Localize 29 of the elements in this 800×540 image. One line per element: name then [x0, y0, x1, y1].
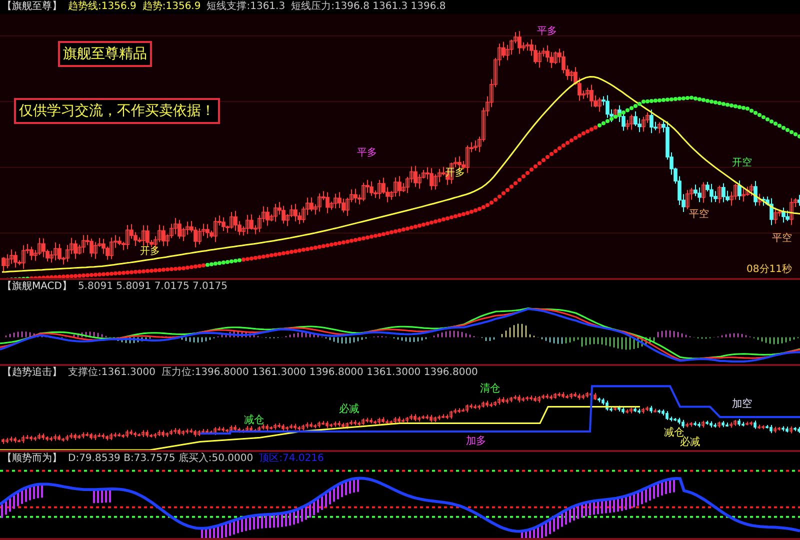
panel-title: 【趋势追击】: [2, 366, 62, 380]
signal-label: 平多: [357, 147, 378, 158]
note-label: 旗舰至尊精品: [58, 41, 152, 67]
signal-label: 减仓: [664, 427, 684, 439]
indicator-value: D:79.8539 B:73.7575 底买入:50.0000: [68, 452, 254, 466]
note-label: 仅供学习交流，不作买卖依据！: [14, 98, 220, 124]
signal-label: 必减: [339, 404, 359, 415]
panel-title: 【旗舰MACD】: [2, 280, 72, 294]
panel-title: 【顺势而为】: [2, 452, 62, 466]
signal-label: 开多: [140, 246, 160, 258]
indicator-value: 趋势线:1356.9: [68, 0, 136, 14]
indicator-value: 5.8091 5.8091 7.0175 7.0175: [78, 280, 228, 294]
indicator-value: 支撑位:1361.3000: [68, 366, 156, 380]
signal-label: 减仓: [244, 415, 264, 426]
indicator-value: 顶区:74.0216: [259, 452, 324, 466]
indicator-value: 压力位:1396.8000 1361.3000 1396.8000 1361.3000 1396.8000: [161, 366, 478, 380]
indicator-value: 短线支撑:1361.3: [206, 0, 286, 14]
signal-label: 清仓: [480, 383, 500, 394]
signal-label: 开空: [732, 157, 752, 168]
signal-label: 平空: [689, 209, 710, 220]
countdown-timer: 08分11秒: [746, 262, 792, 276]
signal-label: 加空: [732, 398, 752, 410]
indicator-value: 短线压力:1396.8 1361.3 1396.8: [291, 0, 446, 14]
panel-title: 【旗舰至尊】: [2, 0, 62, 14]
signal-label: 平多: [537, 26, 558, 37]
indicator-value: 趋势:1356.9: [142, 0, 201, 14]
signal-label: 必减: [680, 436, 700, 448]
signal-label: 平空: [772, 233, 792, 244]
signal-label: 加多: [466, 436, 486, 447]
